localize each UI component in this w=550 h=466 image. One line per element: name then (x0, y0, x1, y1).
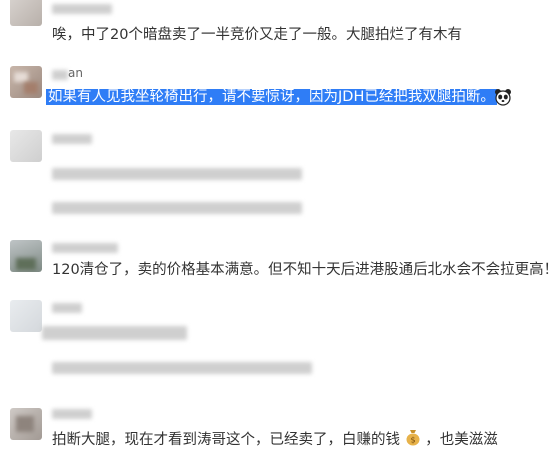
username-blurred (52, 70, 68, 80)
comment-text-part: 拍断大腿，现在才看到涛哥这个，已经卖了，白赚的钱 (52, 432, 400, 448)
comment-text-blurred (52, 202, 302, 214)
avatar[interactable] (10, 66, 42, 98)
comment-text: 唉，中了20个暗盘卖了一半竞价又走了一般。大腿拍烂了有木有 (52, 27, 462, 43)
avatar[interactable] (10, 408, 42, 440)
avatar[interactable] (10, 130, 42, 162)
username-partial: an (68, 66, 83, 80)
comment-text-blurred (52, 168, 302, 180)
highlighted-text: 如果有人见我坐轮椅出行，请不要惊讶，因为JDH已经把我双腿拍断。 (46, 89, 497, 105)
comment-text: 120清仓了，卖的价格基本满意。但不知十天后进港股通后北水会不会拉更高！ (52, 262, 550, 278)
svg-text:$: $ (410, 436, 415, 445)
money-bag-icon: $ (405, 428, 421, 452)
comment-text: 拍断大腿，现在才看到涛哥这个，已经卖了，白赚的钱 $ ，也美滋滋 (52, 428, 498, 452)
avatar[interactable] (10, 300, 42, 332)
username-blurred (52, 134, 92, 144)
comment-text-blurred (42, 326, 187, 340)
comment-text-blurred (52, 362, 312, 374)
username-blurred (52, 303, 82, 313)
comment-text-highlighted: 如果有人见我坐轮椅出行，请不要惊讶，因为JDH已经把我双腿拍断。 (46, 87, 497, 107)
username-blurred (52, 4, 112, 14)
avatar[interactable] (10, 240, 42, 272)
comment-text-part: ，也美滋滋 (425, 432, 498, 448)
panda-face-icon (494, 88, 512, 110)
avatar[interactable] (10, 0, 42, 26)
username-blurred (52, 243, 118, 253)
username-blurred (52, 409, 92, 419)
